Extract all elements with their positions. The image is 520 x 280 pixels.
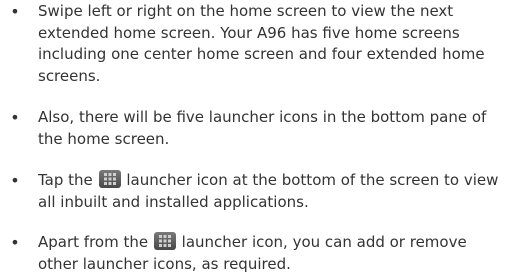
text-fragment: launcher icon, you can add or remove [181, 233, 467, 251]
list-item-text: Also, there will be five launcher icons … [38, 107, 518, 150]
bullet: • [10, 233, 20, 252]
text-fragment: Apart from the [38, 233, 149, 251]
app-launcher-icon [98, 170, 121, 188]
app-launcher-icon [153, 232, 176, 250]
bullet: • [10, 2, 20, 21]
bullet: • [10, 108, 20, 127]
text-fragment: Tap the [38, 171, 93, 189]
text-line: including one center home screen and fou… [38, 45, 485, 63]
list-item-text: Swipe left or right on the home screen t… [38, 1, 518, 87]
text-line: Tap the launcher icon at the bottom of t… [38, 170, 518, 192]
text-line: the home screen. [38, 129, 170, 148]
list-item-text: Apart from the launcher icon, you can ad… [38, 232, 518, 275]
text-line: all inbuilt and installed applications. [38, 192, 309, 211]
text-line: Swipe left or right on the home screen t… [38, 2, 454, 20]
text-line: Apart from the launcher icon, you can ad… [38, 232, 518, 254]
text-line: Also, there will be five launcher icons … [38, 108, 487, 126]
text-line: other launcher icons, as required. [38, 254, 291, 273]
text-line: screens. [38, 66, 101, 85]
list-item-text: Tap the launcher icon at the bottom of t… [38, 170, 518, 213]
text-fragment: launcher icon at the bottom of the scree… [126, 171, 499, 189]
text-line: extended home screen. Your A96 has five … [38, 23, 460, 42]
bullet: • [10, 171, 20, 190]
